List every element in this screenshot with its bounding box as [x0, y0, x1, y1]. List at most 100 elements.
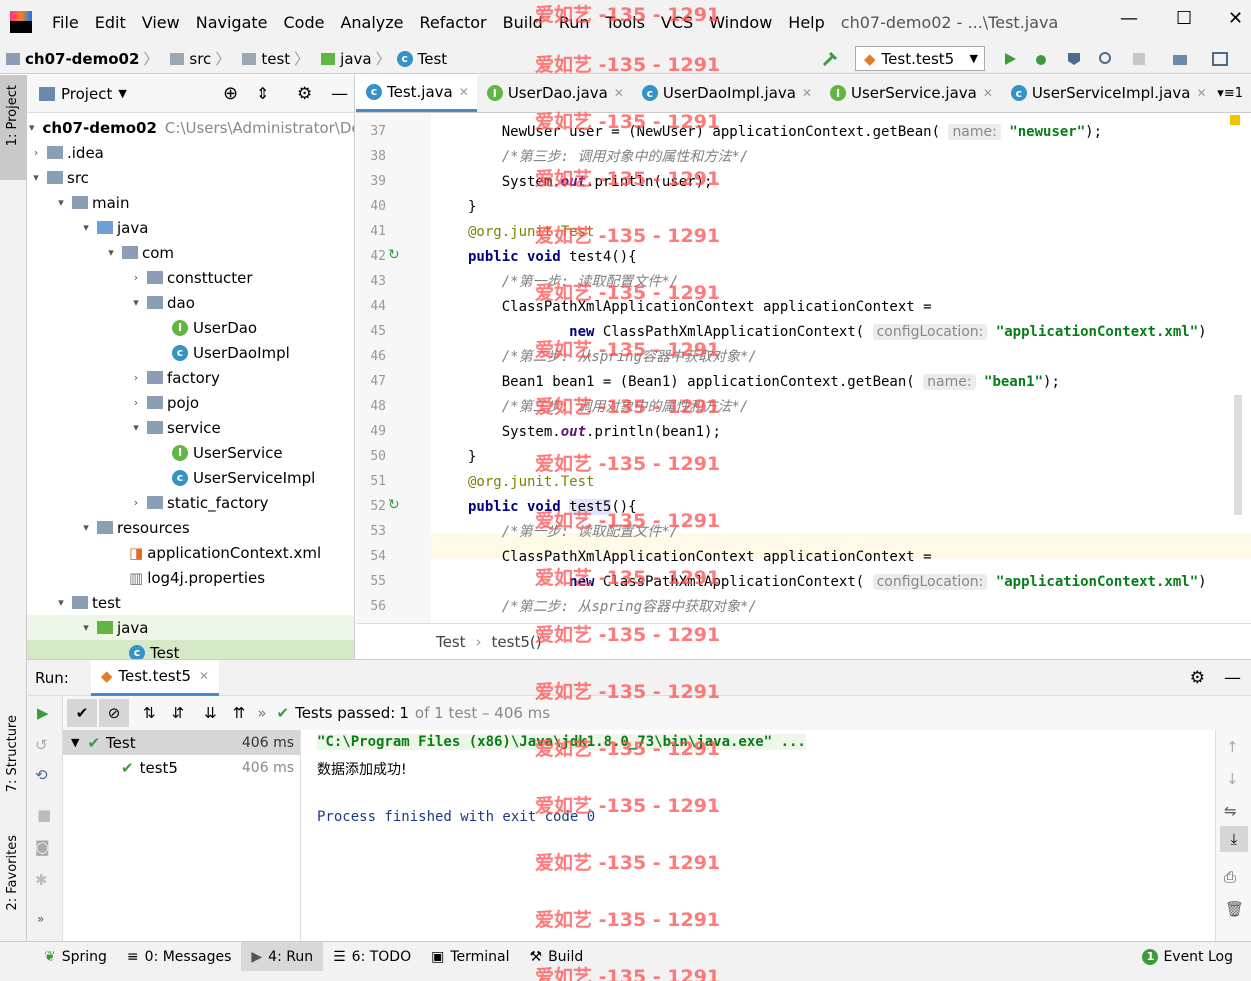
more-icon[interactable]: » [257, 704, 266, 722]
menu-help[interactable]: Help [782, 13, 830, 32]
minimize-icon[interactable]: — [1120, 8, 1138, 29]
close-icon[interactable]: ✕ [614, 86, 624, 100]
tree-item-applicationcontext-xml[interactable]: ◨ applicationContext.xml [27, 540, 354, 565]
collapse-all-icon[interactable]: ⇕ [256, 84, 269, 103]
tree-item-src[interactable]: ▾ src [27, 165, 354, 190]
close-icon[interactable]: ✕ [983, 86, 993, 100]
code-area[interactable]: NewUser user = (NewUser) applicationCont… [431, 113, 1251, 623]
tab-spring[interactable]: ❦ Spring [34, 942, 117, 972]
tab-messages[interactable]: ≡ 0: Messages [117, 942, 241, 972]
tab-userservice-java[interactable]: I UserService.java ✕ [820, 75, 1001, 112]
sort-by-duration-icon[interactable]: ⇵ [172, 704, 185, 722]
expand-all-icon[interactable]: ⇊ [204, 704, 217, 722]
menu-view[interactable]: View [136, 13, 186, 32]
build-hammer-icon[interactable] [822, 51, 838, 67]
tab-userdao-java[interactable]: I UserDao.java ✕ [477, 75, 632, 112]
rerun-icon[interactable]: ▶ [37, 704, 49, 722]
close-icon[interactable]: ✕ [459, 85, 469, 99]
breadcrumb-method[interactable]: test5() [492, 633, 542, 651]
stop-icon[interactable] [1131, 51, 1147, 67]
warning-marker-icon[interactable] [1230, 115, 1240, 125]
menu-tools[interactable]: Tools [600, 13, 651, 32]
show-passed-check-icon[interactable]: ✔ [67, 699, 97, 727]
run-test-gutter-icon[interactable]: ↻ [388, 497, 400, 513]
locate-icon[interactable]: ⊕ [223, 83, 238, 104]
menu-vcs[interactable]: VCS [655, 13, 699, 32]
tree-item-factory[interactable]: › factory [27, 365, 354, 390]
soft-wrap-icon[interactable]: ⇋ [1224, 802, 1237, 820]
rerun-failed-icon[interactable]: ↺ [35, 736, 48, 754]
breadcrumb-project[interactable]: ch07-demo02 〉 [0, 48, 158, 69]
chevron-down-icon[interactable]: ▼ [118, 87, 126, 100]
collapse-all-icon[interactable]: ⇈ [233, 704, 246, 722]
test-tree-row-test5[interactable]: ✔ test5 406 ms [63, 755, 300, 780]
coverage-icon[interactable] [1066, 51, 1082, 67]
scroll-to-end-icon[interactable]: ⤓ [1220, 826, 1248, 852]
tree-item-test-class[interactable]: c Test [27, 640, 354, 659]
test-tree-row-test[interactable]: ▼ ✔ Test 406 ms [63, 730, 300, 755]
menu-file[interactable]: File [46, 13, 85, 32]
project-structure-icon[interactable] [1172, 51, 1188, 67]
menu-run[interactable]: Run [553, 13, 596, 32]
stop-icon[interactable]: ■ [37, 806, 51, 824]
tab-structure[interactable]: 7: Structure [5, 715, 20, 792]
tree-item-pojo[interactable]: › pojo [27, 390, 354, 415]
tab-userdaoimpl-java[interactable]: c UserDaoImpl.java ✕ [632, 75, 820, 112]
menu-refactor[interactable]: Refactor [414, 13, 493, 32]
camera-icon[interactable]: ◙ [35, 838, 50, 856]
tree-item-userdao[interactable]: I UserDao [27, 315, 354, 340]
down-arrow-icon[interactable]: ↓ [1226, 770, 1239, 788]
editor-scrollbar[interactable] [1234, 395, 1242, 515]
more-icon[interactable]: » [37, 912, 44, 926]
toggle-auto-test-icon[interactable]: ⟲ [35, 766, 48, 784]
close-window-icon[interactable]: ✕ [1228, 8, 1243, 29]
breadcrumb-java[interactable]: java 〉 [315, 48, 391, 69]
presentation-icon[interactable] [1212, 51, 1228, 67]
settings-export-icon[interactable]: ✱ [35, 871, 48, 889]
menu-analyze[interactable]: Analyze [334, 13, 409, 32]
tab-run[interactable]: ▶ 4: Run [241, 941, 324, 972]
tab-event-log[interactable]: 1 Event Log [1132, 942, 1243, 972]
close-icon[interactable]: ✕ [1196, 86, 1206, 100]
profile-icon[interactable] [1098, 51, 1114, 67]
tree-item-idea[interactable]: › .idea [27, 140, 354, 165]
tab-build[interactable]: ⚒ Build [520, 942, 594, 972]
run-icon[interactable] [1002, 51, 1018, 67]
menu-code[interactable]: Code [278, 13, 331, 32]
tab-todo[interactable]: ☰ 6: TODO [323, 942, 421, 972]
menu-window[interactable]: Window [703, 13, 778, 32]
tree-item-service[interactable]: ▾ service [27, 415, 354, 440]
print-icon[interactable]: ⎙ [1224, 868, 1236, 886]
tree-item-com[interactable]: ▾ com [27, 240, 354, 265]
gear-icon[interactable]: ⚙ [1190, 668, 1205, 688]
debug-icon[interactable] [1033, 51, 1049, 67]
tab-userserviceimpl-java[interactable]: c UserServiceImpl.java ✕ [1001, 75, 1215, 112]
tree-item-main-java[interactable]: ▾ java [27, 215, 354, 240]
tree-item-userserviceimpl[interactable]: c UserServiceImpl [27, 465, 354, 490]
sort-alphabetically-icon[interactable]: ⇅ [143, 704, 156, 722]
breadcrumb-test[interactable]: test 〉 [236, 48, 309, 69]
tab-project[interactable]: 1: Project [5, 85, 20, 146]
menu-navigate[interactable]: Navigate [190, 13, 274, 32]
maximize-icon[interactable]: ☐ [1176, 8, 1192, 29]
console-output[interactable]: "C:\Program Files (x86)\Java\jdk1.8.0_73… [301, 730, 1215, 942]
tab-test-java[interactable]: c Test.java ✕ [356, 75, 477, 112]
up-arrow-icon[interactable]: ↑ [1226, 738, 1239, 756]
project-view-select[interactable]: Project [61, 85, 112, 103]
run-tab-test5[interactable]: ◆ Test.test5 ✕ [90, 659, 220, 696]
tree-item-main[interactable]: ▾ main [27, 190, 354, 215]
breadcrumb-class[interactable]: Test [436, 633, 466, 651]
breadcrumb-test-class[interactable]: c Test [396, 50, 447, 68]
tree-item-resources[interactable]: ▾ resources [27, 515, 354, 540]
tree-item-project-root[interactable]: ▾ ch07-demo02 C:\Users\Administrator\De [27, 115, 354, 140]
tree-item-static-factory[interactable]: › static_factory [27, 490, 354, 515]
menu-build[interactable]: Build [497, 13, 549, 32]
tab-terminal[interactable]: ▣ Terminal [421, 942, 519, 972]
tree-item-userservice[interactable]: I UserService [27, 440, 354, 465]
tree-item-userdaoimpl[interactable]: c UserDaoImpl [27, 340, 354, 365]
hide-panel-icon[interactable]: — [331, 84, 348, 104]
tree-item-dao[interactable]: ▾ dao [27, 290, 354, 315]
show-ignored-icon[interactable]: ⊘ [99, 699, 129, 727]
close-icon[interactable]: ✕ [802, 86, 812, 100]
tab-favorites[interactable]: 2: Favorites [5, 835, 20, 911]
